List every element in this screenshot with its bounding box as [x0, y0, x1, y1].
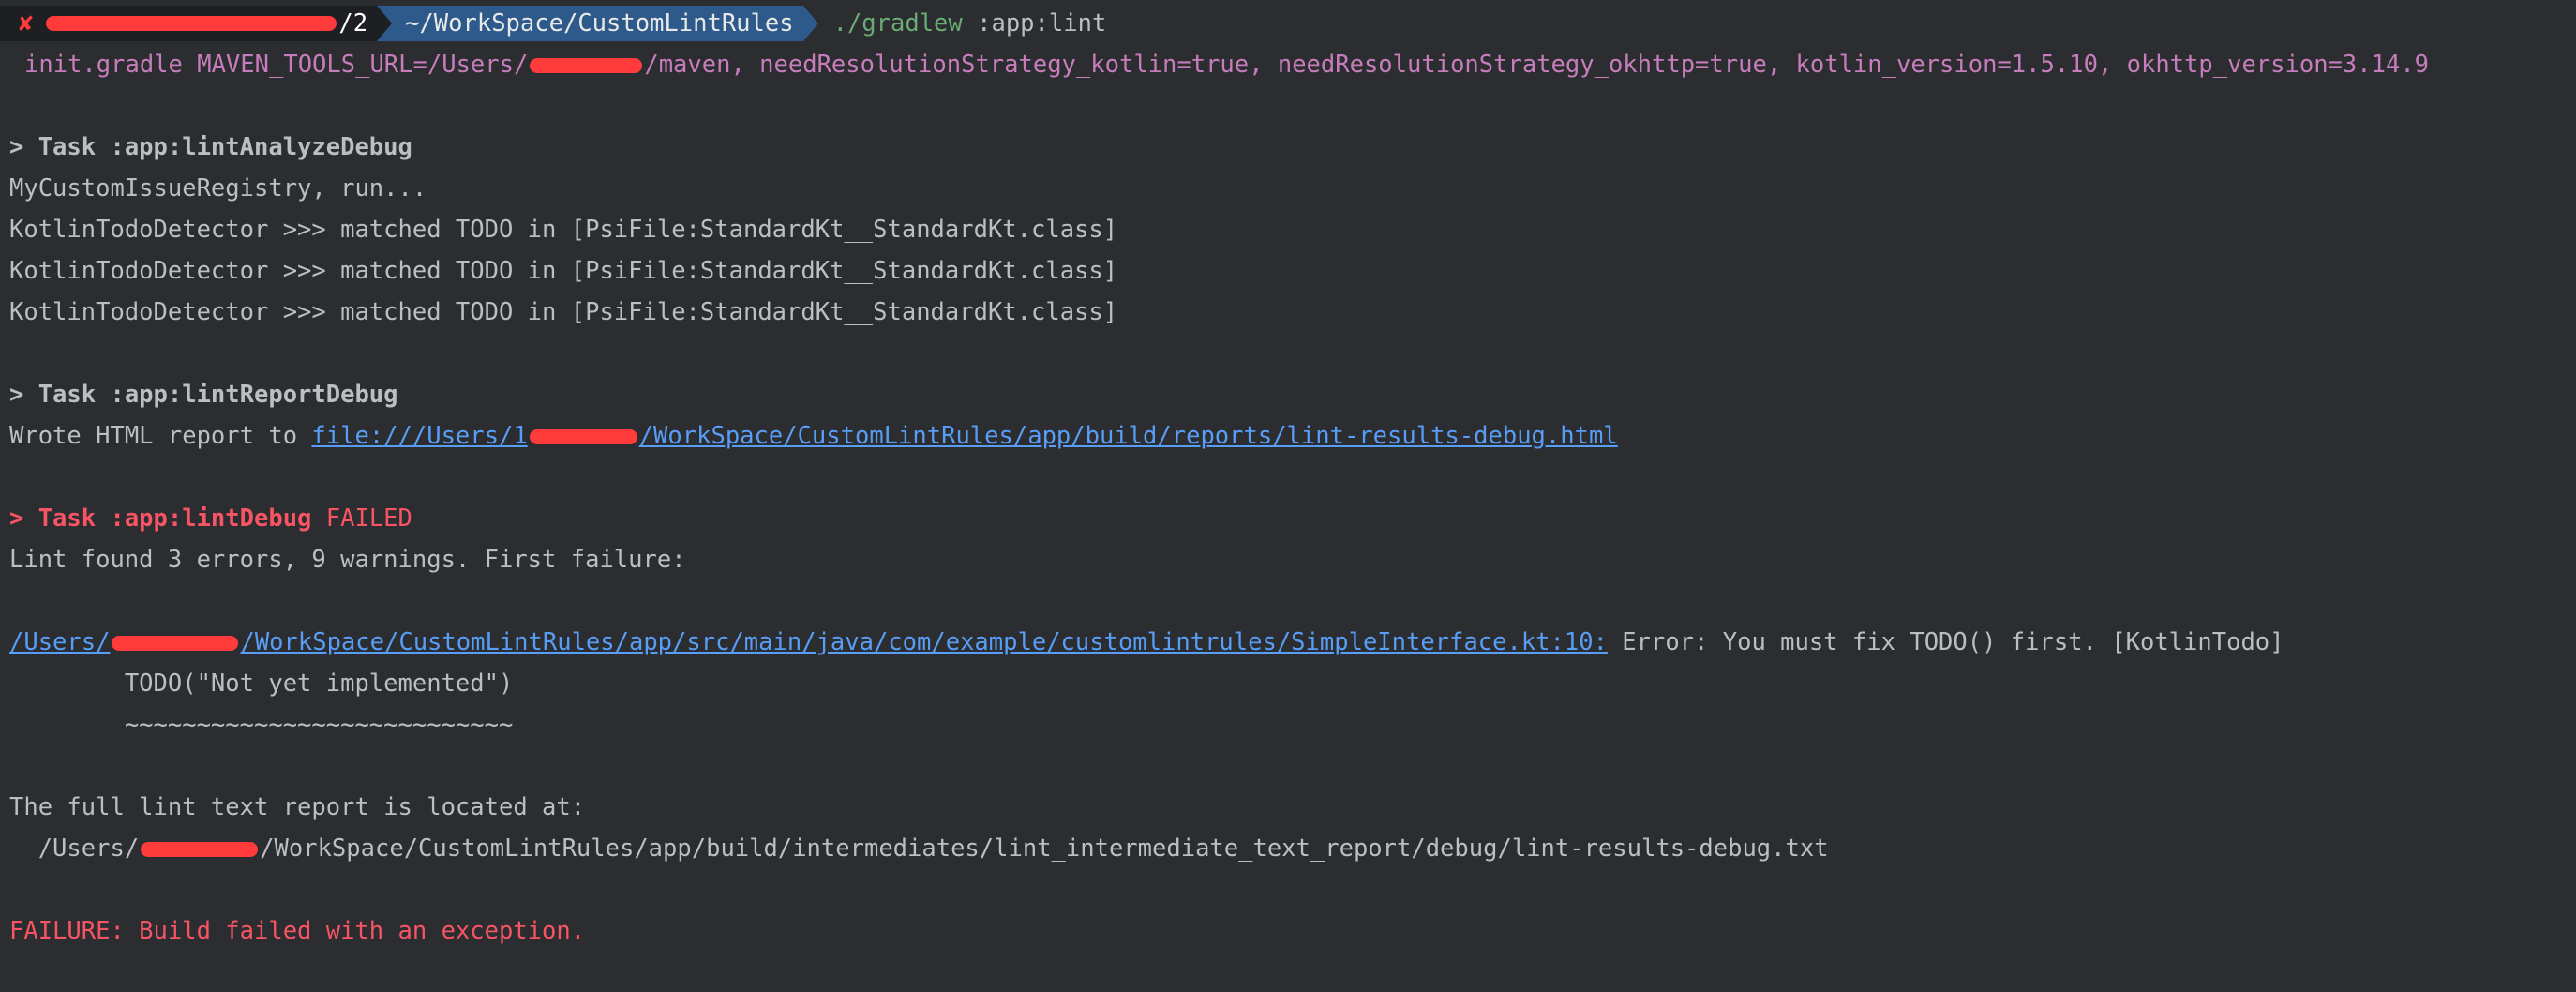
init-gradle-line: init.gradle MAVEN_TOOLS_URL=/Users//mave… [24, 51, 2430, 79]
prompt-path: ~/WorkSpace/CustomLintRules [405, 9, 794, 38]
redacted-hostname [46, 16, 337, 31]
redacted-username [112, 636, 239, 651]
redacted-username [141, 842, 259, 857]
redacted-username [530, 58, 643, 73]
task-lint-analyze: > Task :app:lintAnalyzeDebug [9, 133, 412, 161]
full-report-label: The full lint text report is located at: [9, 793, 586, 821]
lint-summary: Lint found 3 errors, 9 warnings. First f… [9, 546, 686, 574]
prompt-path-segment: ~/WorkSpace/CustomLintRules [392, 6, 803, 41]
report-html-link[interactable]: file:///Users/1/WorkSpace/CustomLintRule… [311, 422, 1617, 450]
code-snippet: TODO("Not yet implemented") [9, 669, 514, 698]
error-line: /Users//WorkSpace/CustomLintRules/app/sr… [9, 628, 2284, 656]
registry-line: MyCustomIssueRegistry, run... [9, 174, 427, 203]
task-lint-debug: > Task :app:lintDebug FAILED [9, 504, 412, 533]
failure-message: FAILURE: Build failed with an exception. [9, 917, 586, 945]
todo-line: KotlinTodoDetector >>> matched TODO in [… [9, 257, 1118, 285]
wrote-report-line: Wrote HTML report to file:///Users/1/Wor… [9, 422, 1618, 450]
source-file-link[interactable]: /Users//WorkSpace/CustomLintRules/app/sr… [9, 628, 1608, 656]
prompt-status-segment: ✘ /2 [0, 6, 378, 41]
powerline-separator-icon [377, 6, 393, 41]
code-underline: ~~~~~~~~~~~~~~~~~~~~~~~~~~~ [9, 711, 514, 739]
prompt-host-suffix: /2 [338, 9, 368, 38]
shell-prompt: ✘ /2 ~/WorkSpace/CustomLintRules ./gradl… [0, 6, 1106, 41]
report-path-line: /Users//WorkSpace/CustomLintRules/app/bu… [9, 834, 1829, 863]
error-x-icon: ✘ [19, 9, 34, 38]
task-lint-report: > Task :app:lintReportDebug [9, 381, 398, 409]
redacted-username [529, 429, 637, 444]
todo-line: KotlinTodoDetector >>> matched TODO in [… [9, 298, 1118, 326]
prompt-command: ./gradlew :app:lint [832, 9, 1107, 38]
powerline-separator-icon [802, 6, 818, 41]
todo-line: KotlinTodoDetector >>> matched TODO in [… [9, 216, 1118, 244]
